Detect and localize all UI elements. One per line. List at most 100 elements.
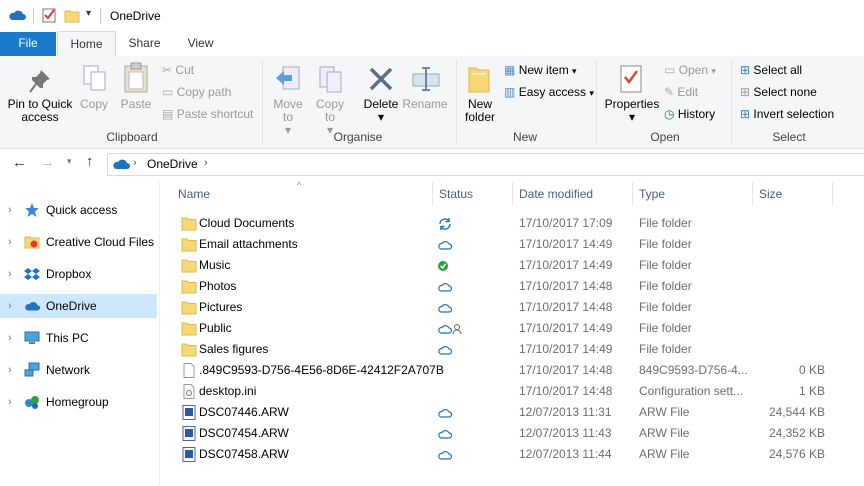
recent-locations-icon[interactable]: ▾ [67,156,72,167]
invert-selection-icon: ⊞ [740,107,751,121]
chevron-right-icon[interactable]: › [8,358,12,382]
edit-button[interactable]: ✎ Edit [664,83,698,101]
copy-icon [83,65,106,91]
file-row[interactable]: Photos 17/10/2017 14:48 File folder [176,276,836,297]
select-none-button[interactable]: ⊞ Select none [740,83,817,101]
chevron-right-icon[interactable]: › [8,230,12,254]
file-type: File folder [639,237,692,251]
cut-button[interactable]: ✂ Cut [162,61,194,79]
open-button[interactable]: ▭ Open ▾ [664,61,716,79]
properties-button[interactable]: Properties ▾ [602,98,662,124]
column-header-type[interactable]: Type [639,187,665,201]
move-to-button[interactable]: Move to ▾ [268,98,308,137]
chevron-right-icon[interactable]: › [8,262,12,286]
file-type: File folder [639,321,692,335]
paste-shortcut-button[interactable]: ▤ Paste shortcut [162,105,253,123]
file-row[interactable]: desktop.ini 17/10/2017 14:48 Configuration… [176,381,836,402]
delete-icon [369,67,393,91]
creative-cloud-icon [24,236,40,249]
paste-icon [124,62,148,93]
chevron-right-icon[interactable]: › [8,198,12,222]
breadcrumb-chevron-icon[interactable]: › [204,157,208,169]
nav-label: Creative Cloud Files [46,235,155,249]
column-header-name[interactable]: Name [178,187,210,201]
paste-shortcut-icon: ▤ [162,107,174,121]
copy-path-icon: ▭ [162,85,174,99]
copy-button[interactable]: Copy [76,98,112,111]
group-label-new: New [512,130,537,144]
easy-access-button[interactable]: ▥ Easy access ▾ [504,83,594,101]
nav-item-homegroup[interactable]: › Homegroup [0,390,157,414]
tab-view[interactable]: View [174,32,227,56]
nav-item-creative-cloud[interactable]: › Creative Cloud Files [0,230,157,254]
file-type: 849C9593-D756-4... [639,363,748,377]
address-bar[interactable]: › OneDrive › [107,153,864,176]
new-folder-qat-icon[interactable] [64,8,80,23]
chevron-right-icon[interactable]: › [8,390,12,414]
new-folder-icon [468,67,490,93]
divider [33,8,34,24]
file-row[interactable]: DSC07458.ARW 12/07/2013 11:44 ARW File 24,5… [176,444,836,465]
file-row[interactable]: .849C9593-D756-4E56-8D6E-42412F2A707B 17/… [176,360,836,381]
file-row[interactable]: Cloud Documents 17/10/2017 17:09 File fold… [176,213,836,234]
tab-share[interactable]: Share [117,32,172,56]
folder-icon [181,342,197,357]
invert-selection-button[interactable]: ⊞ Invert selection [740,105,834,123]
select-all-button[interactable]: ⊞ Select all [740,61,802,79]
paste-button[interactable]: Paste [118,98,154,111]
available-status-icon [437,259,453,273]
file-name: Music [199,258,231,272]
file-row[interactable]: Music 17/10/2017 14:49 File folder [176,255,836,276]
chevron-down-icon: ▾ [589,88,594,98]
computer-icon [24,331,40,344]
chevron-right-icon[interactable]: › [8,294,12,318]
column-header-status[interactable]: Status [439,187,473,201]
file-row[interactable]: Pictures 17/10/2017 14:48 File folder [176,297,836,318]
properties-qat-icon[interactable] [42,7,57,23]
nav-item-network[interactable]: › Network [0,358,157,382]
file-icon [181,363,197,378]
column-divider[interactable] [752,182,753,206]
file-size: 24,576 KB [768,447,825,461]
file-row[interactable]: Email attachments 17/10/2017 14:49 File fo… [176,234,836,255]
file-date: 12/07/2013 11:43 [519,426,612,440]
column-header-date-modified[interactable]: Date modified [519,187,593,201]
column-divider[interactable] [632,182,633,206]
forward-arrow-icon[interactable]: → [40,154,55,171]
file-row[interactable]: DSC07454.ARW 12/07/2013 11:43 ARW File 24,3… [176,423,836,444]
column-divider[interactable] [832,182,833,206]
file-row[interactable]: DSC07446.ARW 12/07/2013 11:31 ARW File 24,5… [176,402,836,423]
pin-to-quick-access-button[interactable]: Pin to Quick access [4,98,76,124]
nav-item-quick-access[interactable]: › Quick access [0,198,157,222]
folder-icon [181,300,197,315]
file-type: ARW File [639,447,690,461]
copy-path-button[interactable]: ▭ Copy path [162,83,231,101]
breadcrumb-chevron-icon[interactable]: › [133,157,137,169]
column-header-size[interactable]: Size [759,187,782,201]
tab-home[interactable]: Home [57,31,116,57]
new-folder-button[interactable]: New folder [458,98,502,124]
column-divider[interactable] [512,182,513,206]
file-row[interactable]: Sales figures 17/10/2017 14:49 File folder [176,339,836,360]
chevron-right-icon[interactable]: › [8,326,12,350]
file-type: File folder [639,279,692,293]
file-size: 0 KB [798,363,825,377]
history-button[interactable]: ◷ History [664,105,715,123]
file-row[interactable]: Public 17/10/2017 14:49 File folder [176,318,836,339]
onedrive-icon [113,159,130,169]
tab-file[interactable]: File [0,32,56,56]
qat-dropdown-icon[interactable]: ▾ [86,8,91,19]
up-arrow-icon[interactable]: ↑ [86,153,94,170]
rename-button[interactable]: Rename [402,98,448,111]
nav-item-this-pc[interactable]: › This PC [0,326,157,350]
back-arrow-icon[interactable]: ← [12,154,27,171]
column-divider[interactable] [432,182,433,206]
new-item-button[interactable]: ▦ New item ▾ [504,61,577,79]
breadcrumb-onedrive[interactable]: OneDrive [147,157,198,171]
group-label-select: Select [772,130,806,144]
window-title: OneDrive [110,9,161,23]
file-date: 17/10/2017 14:49 [519,342,613,356]
nav-item-dropbox[interactable]: › Dropbox [0,262,157,286]
nav-item-onedrive[interactable]: › OneDrive [0,294,157,318]
delete-button[interactable]: Delete ▾ [360,98,402,124]
